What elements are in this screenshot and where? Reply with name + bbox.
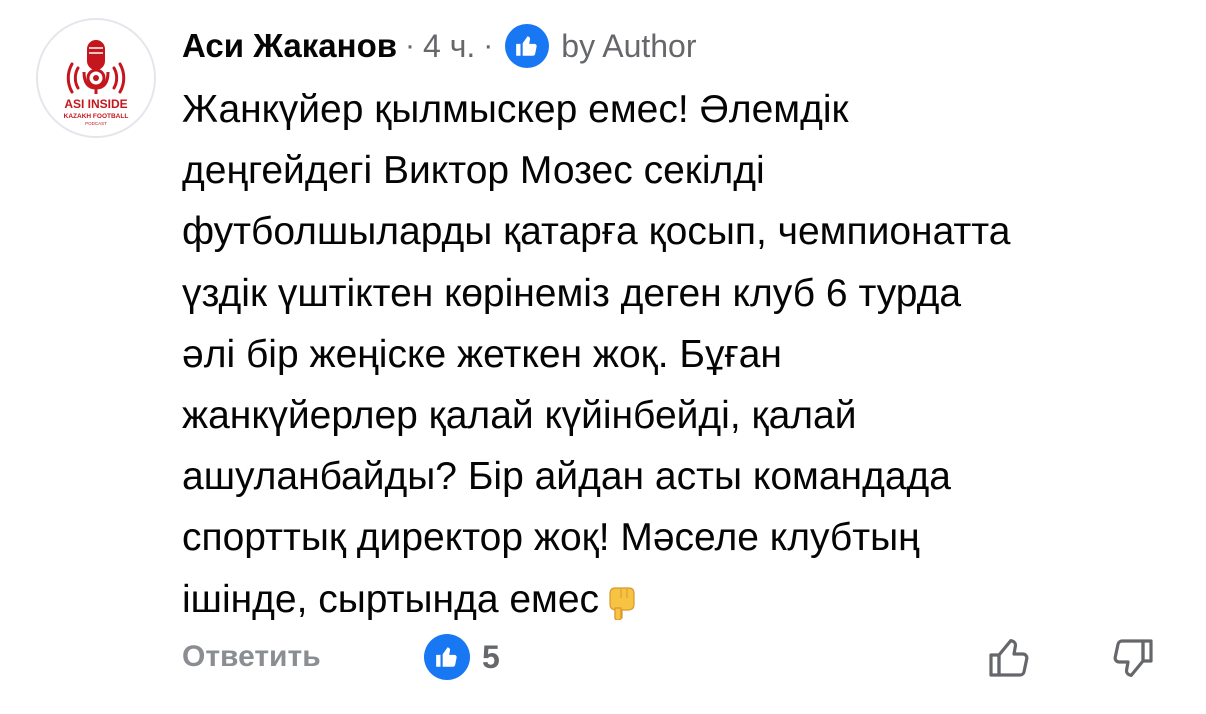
pointing-down-emoji (603, 577, 637, 621)
upvote-button[interactable] (986, 634, 1034, 682)
downvote-button[interactable] (1108, 634, 1156, 682)
comment: ASI INSIDE KAZAKH FOOTBALL PODCAST Аси Ж… (0, 0, 1206, 714)
logo-subtitle-2: PODCAST (85, 121, 107, 126)
avatar[interactable]: ASI INSIDE KAZAKH FOOTBALL PODCAST (36, 18, 156, 138)
reply-button[interactable]: Ответить (182, 640, 321, 674)
comment-line: футболшыларды қатарға қосып, чемпионатта (182, 210, 1011, 254)
comment-body: Жанкүйер қылмыскер емес! Әлемдік деңгейд… (182, 79, 1182, 630)
comment-last-line: ішінде, сыртында емес (182, 569, 1182, 630)
comment-line: деңгейдегі Виктор Мозес секілді (182, 149, 765, 193)
comment-actions: Ответить 5 (182, 632, 1172, 682)
comment-line: спорттық директор жоқ! Мәселе клубтың (182, 516, 920, 560)
reaction-summary[interactable]: 5 (424, 634, 500, 680)
thumbs-up-outline-icon (989, 639, 1029, 677)
separator: · (483, 29, 494, 62)
timestamp[interactable]: 4 ч. (423, 28, 475, 65)
logo-subtitle: KAZAKH FOOTBALL (64, 113, 129, 120)
comment-line: үздік үштіктен көрінеміз деген клуб 6 ту… (182, 271, 962, 315)
comment-line: Жанкүйер қылмыскер емес! Әлемдік (182, 88, 849, 131)
author-name[interactable]: Аси Жаканов (182, 27, 397, 65)
thumbs-up-icon (424, 634, 470, 680)
separator: · (405, 29, 416, 62)
thumbs-up-icon (505, 24, 550, 68)
comment-line: жанкүйерлер қалай күйінбейді, қалай (182, 394, 857, 438)
comment-line: ашуланбайды? Бір айдан асты командада (182, 455, 951, 499)
comment-header: Аси Жаканов · 4 ч. · by Author (182, 24, 697, 68)
comment-line: ішінде, сыртында емес (182, 577, 600, 621)
asi-inside-logo: ASI INSIDE KAZAKH FOOTBALL PODCAST (38, 20, 154, 136)
thumbs-down-outline-icon (1113, 639, 1153, 677)
logo-title: ASI INSIDE (64, 97, 127, 111)
comment-line: әлі бір жеңіске жеткен жоқ. Бұған (182, 332, 782, 376)
reaction-count: 5 (482, 638, 500, 675)
by-author-label: by Author (561, 27, 697, 64)
